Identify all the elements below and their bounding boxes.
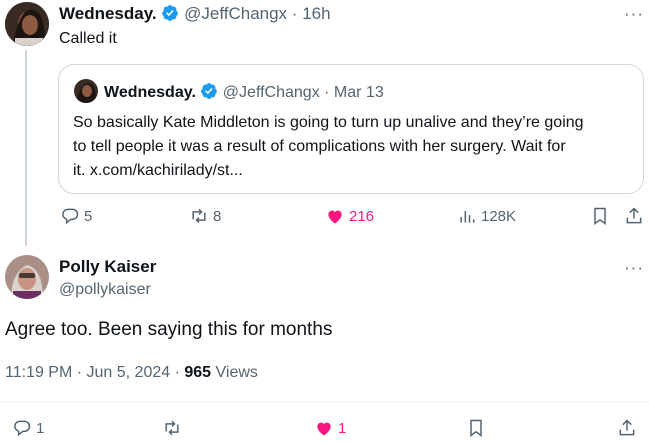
author-handle[interactable]: @JeffChangx	[184, 4, 287, 23]
quoted-avatar	[74, 79, 98, 103]
views-count: 128K	[481, 207, 517, 225]
repost-icon	[192, 208, 206, 224]
tweet-text: Called it	[59, 30, 117, 47]
bookmark-button[interactable]	[590, 206, 610, 226]
views-button[interactable]: 128K	[457, 206, 516, 226]
quoted-text-line: So basically Kate Middleton is going to …	[73, 114, 584, 131]
bookmark-icon	[594, 207, 606, 225]
quoted-author-handle: @JeffChangx	[222, 84, 320, 101]
like-button[interactable]: 216	[325, 206, 374, 226]
share-icon	[619, 419, 635, 436]
author-name[interactable]: Polly Kaiser	[59, 257, 156, 277]
avatar-image	[5, 255, 49, 299]
like-button[interactable]: 1	[314, 418, 346, 438]
tweet-timestamp[interactable]: 11:19 PM · Jun 5, 2024	[5, 364, 170, 381]
quoted-tweet-text: So basically Kate Middleton is going to …	[73, 111, 638, 183]
reply-button[interactable]: 1	[12, 418, 44, 438]
reply-count: 5	[84, 207, 93, 225]
analytics-icon	[460, 211, 475, 223]
like-count: 1	[338, 419, 347, 437]
like-count: 216	[349, 207, 375, 225]
separator: ·	[174, 364, 180, 381]
reply-icon	[14, 420, 31, 437]
quoted-avatar-image	[74, 79, 98, 103]
views-label: Views	[215, 364, 258, 381]
reply-button[interactable]: 5	[60, 206, 92, 226]
quoted-tweet-date: Mar 13	[333, 84, 384, 101]
thread-line	[25, 50, 27, 246]
heart-icon	[317, 422, 331, 436]
more-options-icon[interactable]: ···	[624, 4, 644, 24]
verified-badge-icon	[162, 5, 179, 21]
reply-icon	[62, 208, 79, 225]
quoted-text-line: it. x.com/kachirilady/st...	[73, 162, 243, 179]
avatar[interactable]	[5, 255, 49, 299]
repost-icon	[165, 420, 179, 436]
quoted-author-name: Wednesday.	[104, 84, 196, 101]
divider	[0, 402, 649, 403]
verified-badge-icon	[201, 83, 218, 99]
share-icon	[626, 207, 642, 224]
author-handle[interactable]: @pollykaiser	[59, 281, 151, 299]
quoted-tweet-header: Wednesday. @JeffChangx · Mar 13	[104, 82, 384, 102]
repost-count: 8	[213, 207, 222, 225]
tweet-time[interactable]: 16h	[302, 4, 330, 23]
separator: ·	[291, 4, 298, 23]
bookmark-button[interactable]	[466, 418, 486, 438]
tweet-meta: 11:19 PM · Jun 5, 2024 · 965 Views	[5, 364, 258, 382]
avatar[interactable]	[5, 2, 49, 46]
reply-count: 1	[36, 419, 45, 437]
more-options-icon[interactable]: ···	[624, 258, 644, 278]
tweet-header: Wednesday. @JeffChangx · 16h	[59, 4, 331, 24]
views-count: 965	[184, 364, 212, 381]
share-button[interactable]	[617, 418, 637, 438]
quoted-text-line: to tell people it was a result of compli…	[73, 138, 566, 155]
reply-text: Agree too. Been saying this for months	[5, 319, 333, 340]
share-button[interactable]	[624, 206, 644, 226]
repost-button[interactable]	[162, 418, 182, 438]
repost-button[interactable]: 8	[189, 206, 221, 226]
avatar-image	[5, 2, 49, 46]
author-name[interactable]: Wednesday.	[59, 4, 157, 23]
bookmark-icon	[470, 419, 482, 437]
separator: ·	[324, 84, 330, 101]
heart-icon	[328, 210, 342, 224]
